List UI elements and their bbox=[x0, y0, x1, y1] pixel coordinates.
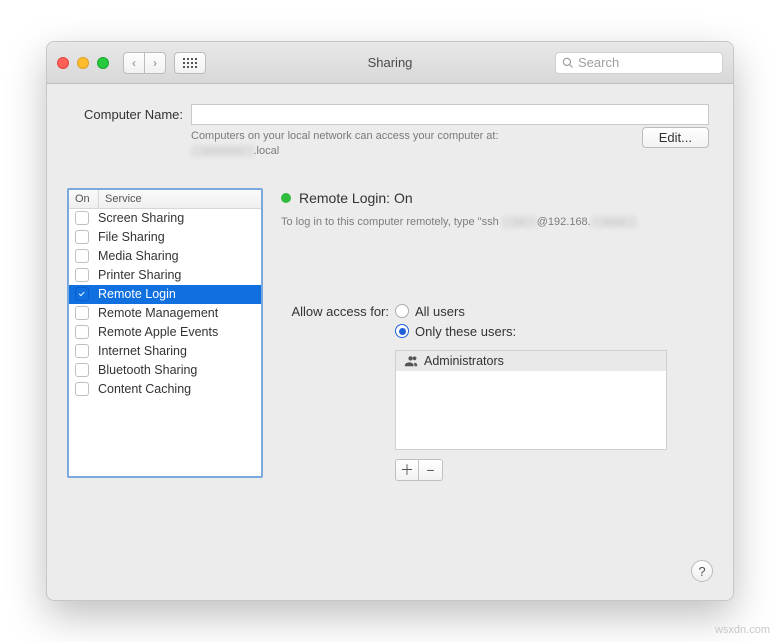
service-label: Internet Sharing bbox=[98, 344, 187, 358]
service-checkbox[interactable] bbox=[75, 325, 89, 339]
radio-icon bbox=[395, 324, 409, 338]
grid-icon bbox=[183, 58, 197, 68]
service-label: Remote Apple Events bbox=[98, 325, 218, 339]
forward-button[interactable]: › bbox=[145, 52, 166, 74]
radio-icon bbox=[395, 304, 409, 318]
service-checkbox[interactable] bbox=[75, 344, 89, 358]
service-label: Media Sharing bbox=[98, 249, 179, 263]
watermark: wsxdn.com bbox=[715, 624, 770, 636]
header-on[interactable]: On bbox=[69, 190, 99, 208]
remove-user-button[interactable]: − bbox=[419, 459, 443, 481]
service-row[interactable]: Internet Sharing bbox=[69, 342, 261, 361]
header-service[interactable]: Service bbox=[99, 190, 261, 208]
access-row: Allow access for: All users Only these u… bbox=[281, 304, 713, 481]
service-checkbox[interactable] bbox=[75, 306, 89, 320]
content: Computer Name: Computers on your local n… bbox=[47, 84, 733, 600]
service-checkbox[interactable] bbox=[75, 268, 89, 282]
service-row[interactable]: Remote Apple Events bbox=[69, 323, 261, 342]
service-checkbox[interactable] bbox=[75, 211, 89, 225]
computer-name-input[interactable] bbox=[191, 104, 709, 125]
service-list-header: On Service bbox=[69, 190, 261, 209]
help-button[interactable]: ? bbox=[691, 560, 713, 582]
login-hint: To log in to this computer remotely, typ… bbox=[281, 216, 713, 228]
nav-buttons: ‹ › bbox=[123, 52, 166, 74]
minimize-button[interactable] bbox=[77, 57, 89, 69]
service-label: Remote Login bbox=[98, 287, 176, 301]
radio-only-users[interactable]: Only these users: bbox=[395, 324, 667, 339]
computer-name-row: Computer Name: bbox=[71, 104, 709, 125]
service-checkbox[interactable] bbox=[75, 230, 89, 244]
edit-hostname-button[interactable]: Edit... bbox=[642, 127, 709, 148]
computer-name-label: Computer Name: bbox=[71, 107, 183, 122]
lower-pane: On Service Screen Sharing File Sharing Med… bbox=[67, 188, 713, 481]
sharing-window: ‹ › Sharing Search Computer Name: Comput… bbox=[46, 41, 734, 601]
computer-name-hint: Computers on your local network can acce… bbox=[71, 129, 709, 160]
service-checkbox[interactable] bbox=[75, 363, 89, 377]
chevron-right-icon: › bbox=[153, 56, 157, 70]
service-row[interactable]: Screen Sharing bbox=[69, 209, 261, 228]
zoom-button[interactable] bbox=[97, 57, 109, 69]
service-label: Content Caching bbox=[98, 382, 191, 396]
service-row[interactable]: Media Sharing bbox=[69, 247, 261, 266]
status-title: Remote Login: On bbox=[299, 190, 413, 206]
access-label: Allow access for: bbox=[281, 304, 389, 319]
service-list: On Service Screen Sharing File Sharing Med… bbox=[67, 188, 263, 478]
access-options: All users Only these users: Administrato… bbox=[395, 304, 667, 481]
chevron-left-icon: ‹ bbox=[132, 56, 136, 70]
service-label: Printer Sharing bbox=[98, 268, 181, 282]
service-checkbox[interactable] bbox=[75, 287, 89, 301]
titlebar: ‹ › Sharing Search bbox=[47, 42, 733, 84]
users-icon bbox=[404, 354, 418, 368]
radio-all-users[interactable]: All users bbox=[395, 304, 667, 319]
window-controls bbox=[57, 57, 109, 69]
search-field[interactable]: Search bbox=[555, 52, 723, 74]
add-user-button[interactable]: ＋ bbox=[395, 459, 419, 481]
search-icon bbox=[562, 57, 574, 69]
service-row[interactable]: File Sharing bbox=[69, 228, 261, 247]
radio-only-label: Only these users: bbox=[415, 324, 516, 339]
service-label: Bluetooth Sharing bbox=[98, 363, 197, 377]
redacted-hostname: xxxxxxx bbox=[191, 145, 254, 157]
close-button[interactable] bbox=[57, 57, 69, 69]
back-button[interactable]: ‹ bbox=[123, 52, 145, 74]
user-label: Administrators bbox=[424, 354, 504, 368]
service-label: File Sharing bbox=[98, 230, 165, 244]
radio-all-label: All users bbox=[415, 304, 465, 319]
computer-name-hint-text: Computers on your local network can acce… bbox=[191, 129, 499, 160]
list-item[interactable]: Administrators bbox=[396, 351, 666, 371]
service-row[interactable]: Printer Sharing bbox=[69, 266, 261, 285]
service-checkbox[interactable] bbox=[75, 382, 89, 396]
service-label: Screen Sharing bbox=[98, 211, 184, 225]
service-checkbox[interactable] bbox=[75, 249, 89, 263]
service-row[interactable]: Bluetooth Sharing bbox=[69, 361, 261, 380]
service-row[interactable]: Remote Management bbox=[69, 304, 261, 323]
show-all-button[interactable] bbox=[174, 52, 206, 74]
add-remove-controls: ＋ − bbox=[395, 459, 667, 481]
service-label: Remote Management bbox=[98, 306, 218, 320]
status-indicator-icon bbox=[281, 193, 291, 203]
redacted-user: xx bbox=[502, 216, 537, 228]
allowed-users-list[interactable]: Administrators bbox=[395, 350, 667, 450]
search-placeholder: Search bbox=[578, 55, 619, 70]
service-row[interactable]: Remote Login bbox=[69, 285, 261, 304]
redacted-ip-tail: xxxx bbox=[591, 216, 637, 228]
service-rows: Screen Sharing File Sharing Media Sharing P… bbox=[69, 209, 261, 476]
service-row[interactable]: Content Caching bbox=[69, 380, 261, 399]
status-line: Remote Login: On bbox=[281, 190, 713, 206]
detail-pane: Remote Login: On To log in to this compu… bbox=[281, 188, 713, 481]
